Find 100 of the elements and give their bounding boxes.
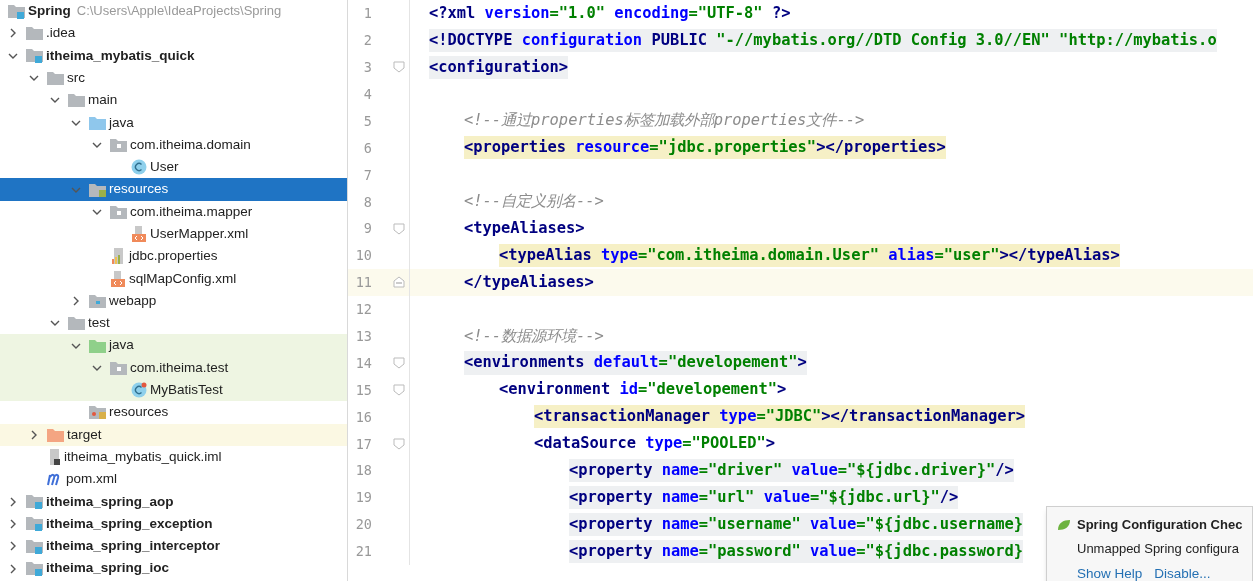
tree-row[interactable]: itheima_spring_aop: [0, 490, 347, 513]
notification-title: Spring Configuration Chec: [1077, 516, 1243, 534]
tree-row[interactable]: test: [0, 312, 347, 335]
tree-row[interactable]: com.itheima.test: [0, 356, 347, 380]
chevron-right-icon[interactable]: [8, 563, 18, 574]
folder-icon: [47, 427, 64, 442]
tree-item-label: itheima_mybatis_quick.iml: [64, 447, 222, 466]
folder-icon: [110, 360, 127, 375]
tree-item-label: webapp: [109, 291, 157, 310]
notification-link[interactable]: Show Help: [1077, 564, 1143, 581]
line-number: 14: [354, 353, 372, 373]
module-icon: [8, 3, 25, 19]
line-number: 17: [354, 434, 372, 454]
tree-item-label: com.itheima.test: [130, 358, 229, 377]
project-path: C:\Users\Apple\IdeaProjects\Spring: [76, 2, 282, 21]
module-icon: [26, 494, 43, 510]
code-line: </typeAliases>: [464, 271, 594, 293]
line-number: 7: [362, 165, 372, 185]
tree-row[interactable]: UserMapper.xml: [0, 222, 347, 246]
notification-message: Unmapped Spring configura: [1077, 539, 1240, 558]
line-number: 3: [362, 58, 372, 78]
tree-item-label: com.itheima.mapper: [130, 202, 253, 221]
chevron-right-icon[interactable]: [8, 496, 18, 507]
line-number: 18: [354, 461, 372, 481]
tree-item-label: sqlMapConfig.xml: [129, 269, 237, 288]
line-number: 13: [354, 327, 372, 346]
tree-row[interactable]: itheima_spring_ioc: [0, 557, 347, 580]
chevron-right-icon[interactable]: [8, 28, 18, 39]
folder-icon: [110, 204, 127, 219]
folder-icon: [68, 93, 85, 108]
code-line: <environment id="developement">: [499, 379, 787, 401]
tree-row[interactable]: .idea: [0, 22, 347, 45]
module-icon: [26, 48, 43, 64]
tree-row[interactable]: webapp: [0, 289, 347, 313]
tree-item-label: com.itheima.domain: [130, 135, 251, 154]
module-icon: [26, 561, 43, 577]
tree-row[interactable]: itheima_spring_exception: [0, 512, 347, 536]
xml-file-icon: [110, 270, 126, 287]
tree-row[interactable]: MyBatisTest: [0, 379, 347, 402]
tree-row[interactable]: com.itheima.mapper: [0, 200, 347, 223]
tree-row[interactable]: src: [0, 66, 347, 90]
line-number: 4: [362, 85, 372, 104]
class-icon: [131, 382, 147, 399]
line-number: 15: [354, 380, 372, 400]
tree-item-label: itheima_spring_ioc: [46, 559, 170, 578]
tree-row[interactable]: itheima_mybatis_quick: [0, 44, 347, 67]
folder-icon: [89, 182, 106, 197]
tree-item-label: User: [150, 158, 179, 177]
code-line: <dataSource type="POOLED">: [534, 433, 775, 455]
tree-item-label: main: [88, 91, 118, 110]
project-name: Spring: [28, 2, 71, 20]
tree-row[interactable]: itheima_spring_interceptor: [0, 535, 347, 558]
code-line: <!--通过properties标签加载外部properties文件-->: [464, 110, 865, 132]
tree-item-label: target: [67, 425, 102, 444]
line-number: 6: [362, 138, 372, 158]
tree-row[interactable]: pom.xml: [0, 468, 347, 491]
properties-file-icon: [110, 248, 126, 265]
tree-item-label: resources: [109, 403, 169, 422]
notification-link[interactable]: Disable...: [1154, 564, 1211, 581]
tree-item-label: java: [109, 336, 134, 355]
folder-icon: [26, 26, 43, 41]
leaf-icon: [1057, 518, 1071, 531]
tree-item-label: itheima_mybatis_quick: [46, 46, 195, 65]
chevron-right-icon[interactable]: [71, 296, 81, 306]
line-number: 8: [362, 192, 372, 212]
tree-item-label: itheima_spring_interceptor: [46, 537, 221, 556]
tree-row[interactable]: resources: [0, 401, 347, 424]
tree-row[interactable]: sqlMapConfig.xml: [0, 267, 347, 290]
tree-item-label: jdbc.properties: [129, 247, 218, 266]
folder-icon: [47, 71, 64, 86]
code-line: <!--数据源环境-->: [464, 325, 604, 347]
line-number: 9: [362, 219, 372, 239]
line-number: 20: [354, 515, 372, 535]
tree-item-label: pom.xml: [66, 470, 117, 489]
line-number: 1: [362, 4, 372, 24]
file-icon: [47, 449, 61, 466]
tree-row[interactable]: java: [0, 334, 347, 357]
tree-row[interactable]: com.itheima.domain: [0, 133, 347, 157]
tree-row[interactable]: main: [0, 89, 347, 112]
tree-item-label: java: [109, 113, 134, 132]
chevron-right-icon[interactable]: [8, 518, 18, 529]
line-number: 5: [362, 111, 372, 131]
tree-row[interactable]: User: [0, 156, 347, 179]
chevron-right-icon[interactable]: [29, 429, 39, 440]
tree-row[interactable]: java: [0, 111, 347, 134]
line-number: 2: [362, 31, 372, 51]
code-line: <typeAliases>: [464, 218, 585, 239]
tree-row[interactable]: itheima_mybatis_quick.iml: [0, 445, 347, 469]
folder-icon: [110, 137, 127, 152]
tree-item-label: UserMapper.xml: [150, 225, 249, 243]
tree-row[interactable]: target: [0, 423, 347, 446]
chevron-right-icon[interactable]: [8, 541, 18, 552]
line-number: 21: [354, 542, 372, 562]
folder-icon: [89, 115, 106, 130]
tree-item-label: resources: [109, 180, 169, 199]
module-icon: [26, 516, 43, 532]
folder-icon: [89, 294, 106, 308]
tree-row[interactable]: jdbc.properties: [0, 245, 347, 268]
tree-row[interactable]: resources: [0, 178, 347, 201]
tree-item-label: itheima_spring_exception: [46, 514, 213, 533]
